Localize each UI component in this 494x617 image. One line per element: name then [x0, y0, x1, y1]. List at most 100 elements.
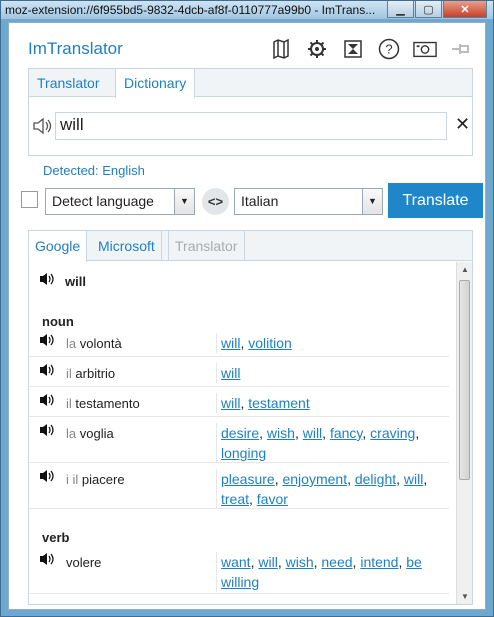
dictionary-row: la voglia desire, wish, will, fancy, crav…: [29, 417, 449, 463]
term-word: voglia: [79, 426, 114, 441]
term-word: volontà: [79, 336, 122, 351]
gear-icon[interactable]: [305, 37, 329, 61]
help-icon[interactable]: ?: [377, 37, 401, 61]
article: la: [66, 336, 77, 351]
term-word: arbitrio: [75, 366, 116, 381]
translation-term: i il piacere: [66, 472, 125, 487]
scroll-down-arrow[interactable]: ▼: [457, 589, 472, 604]
synonym-link[interactable]: want: [221, 554, 251, 570]
title-bar[interactable]: moz-extension://6f955bd5-9832-4dcb-af8f-…: [1, 1, 493, 20]
speaker-icon[interactable]: [32, 117, 52, 138]
synonym-link[interactable]: desire: [221, 425, 259, 441]
synonym-link[interactable]: favor: [257, 491, 288, 507]
article: il: [66, 366, 72, 381]
speaker-icon[interactable]: [39, 393, 55, 410]
scroll-thumb[interactable]: [459, 280, 470, 480]
article: la: [66, 426, 77, 441]
synonyms: want, will, wish, need, intend, be willi…: [216, 552, 441, 592]
pos-verb: verb: [42, 530, 70, 545]
synonym-link[interactable]: craving: [370, 425, 415, 441]
close-button[interactable]: ✕: [443, 1, 487, 18]
translation-term: il testamento: [66, 396, 140, 411]
pin-icon[interactable]: [449, 37, 473, 61]
map-icon[interactable]: [269, 37, 293, 61]
synonym-link[interactable]: will: [258, 554, 277, 570]
synonym-link[interactable]: will: [404, 471, 423, 487]
maximize-button[interactable]: ▢: [415, 1, 442, 18]
translation-term: volere: [66, 555, 101, 570]
swap-languages-button[interactable]: <>: [202, 188, 229, 215]
synonyms: pleasure, enjoyment, delight, will, trea…: [216, 469, 441, 509]
synonyms: will: [216, 363, 441, 383]
synonym-link[interactable]: will: [221, 365, 240, 381]
article: il: [66, 396, 72, 411]
headword: will: [65, 274, 86, 289]
term-word: piacere: [81, 472, 125, 487]
tab-dictionary[interactable]: Dictionary: [115, 69, 196, 98]
input-panel: will ✕: [28, 96, 473, 156]
translation-term: la volontà: [66, 336, 122, 351]
auto-checkbox[interactable]: [21, 191, 38, 208]
synonym-link[interactable]: testament: [248, 395, 309, 411]
translate-button[interactable]: Translate: [388, 183, 483, 218]
tab-translator-provider[interactable]: Translator: [168, 231, 245, 261]
synonym-link[interactable]: fancy: [330, 425, 362, 441]
synonym-link[interactable]: intend: [360, 554, 398, 570]
translation-term: il arbitrio: [66, 366, 115, 381]
speaker-icon[interactable]: [39, 363, 55, 380]
synonym-link[interactable]: will: [303, 425, 322, 441]
scrollbar[interactable]: ▲ ▼: [456, 262, 472, 604]
source-language-select[interactable]: Detect language ▼: [45, 188, 195, 215]
tab-microsoft[interactable]: Microsoft: [92, 231, 162, 261]
scroll-up-arrow[interactable]: ▲: [457, 262, 472, 278]
svg-text:?: ?: [385, 42, 392, 57]
tab-translator[interactable]: Translator: [29, 69, 108, 97]
app-client-area: ImTranslator ? Translator Dictionary wil…: [8, 22, 486, 610]
synonym-link[interactable]: will: [221, 395, 240, 411]
synonyms: will, volition: [216, 333, 441, 353]
synonym-link[interactable]: enjoyment: [282, 471, 347, 487]
speaker-icon[interactable]: [39, 423, 55, 440]
chevron-down-icon: ▼: [174, 189, 194, 214]
term-word: volere: [66, 555, 102, 570]
source-text-input[interactable]: will: [55, 112, 447, 140]
synonym-link[interactable]: need: [321, 554, 352, 570]
synonyms: will, testament: [216, 393, 441, 413]
provider-tabs: Google Microsoft Translator: [29, 231, 472, 262]
target-language-value: Italian: [241, 193, 279, 209]
dictionary-row: il testamento will, testament: [29, 387, 449, 417]
synonym-link[interactable]: wish: [286, 554, 314, 570]
translation-term: la voglia: [66, 426, 114, 441]
results-panel: Google Microsoft Translator will noun la…: [28, 230, 473, 605]
article: i il: [66, 472, 79, 487]
tab-google[interactable]: Google: [29, 231, 88, 262]
synonym-link[interactable]: wish: [267, 425, 295, 441]
synonym-link[interactable]: pleasure: [221, 471, 275, 487]
dictionary-row: la volontà will, volition: [29, 327, 449, 357]
dictionary-row: volere want, will, wish, need, intend, be…: [29, 546, 449, 594]
mode-tabs: Translator Dictionary: [28, 68, 473, 98]
target-language-select[interactable]: Italian ▼: [234, 188, 383, 215]
speaker-icon[interactable]: [39, 272, 55, 289]
synonym-link[interactable]: volition: [248, 335, 292, 351]
synonym-link[interactable]: will: [221, 335, 240, 351]
dictionary-content: will noun la volontà will, volition il arb…: [29, 262, 456, 602]
speaker-icon[interactable]: [39, 333, 55, 350]
app-title: ImTranslator: [28, 39, 123, 58]
detected-language: Detected: English: [43, 163, 145, 178]
dictionary-row: i il piacere pleasure, enjoyment, delight…: [29, 463, 449, 509]
dictionary-row: il arbitrio will: [29, 357, 449, 387]
window-title: moz-extension://6f955bd5-9832-4dcb-af8f-…: [5, 3, 376, 17]
hourglass-icon[interactable]: [341, 37, 365, 61]
camera-icon[interactable]: [413, 37, 437, 61]
synonym-link[interactable]: delight: [355, 471, 396, 487]
speaker-icon[interactable]: [39, 469, 55, 486]
chevron-down-icon: ▼: [362, 189, 382, 214]
clear-icon[interactable]: ✕: [455, 114, 470, 135]
term-word: testamento: [75, 396, 140, 411]
synonyms: desire, wish, will, fancy, craving, long…: [216, 423, 441, 463]
synonym-link[interactable]: treat: [221, 491, 249, 507]
synonym-link[interactable]: longing: [221, 445, 266, 461]
speaker-icon[interactable]: [39, 552, 55, 569]
minimize-button[interactable]: ▁: [387, 1, 414, 18]
